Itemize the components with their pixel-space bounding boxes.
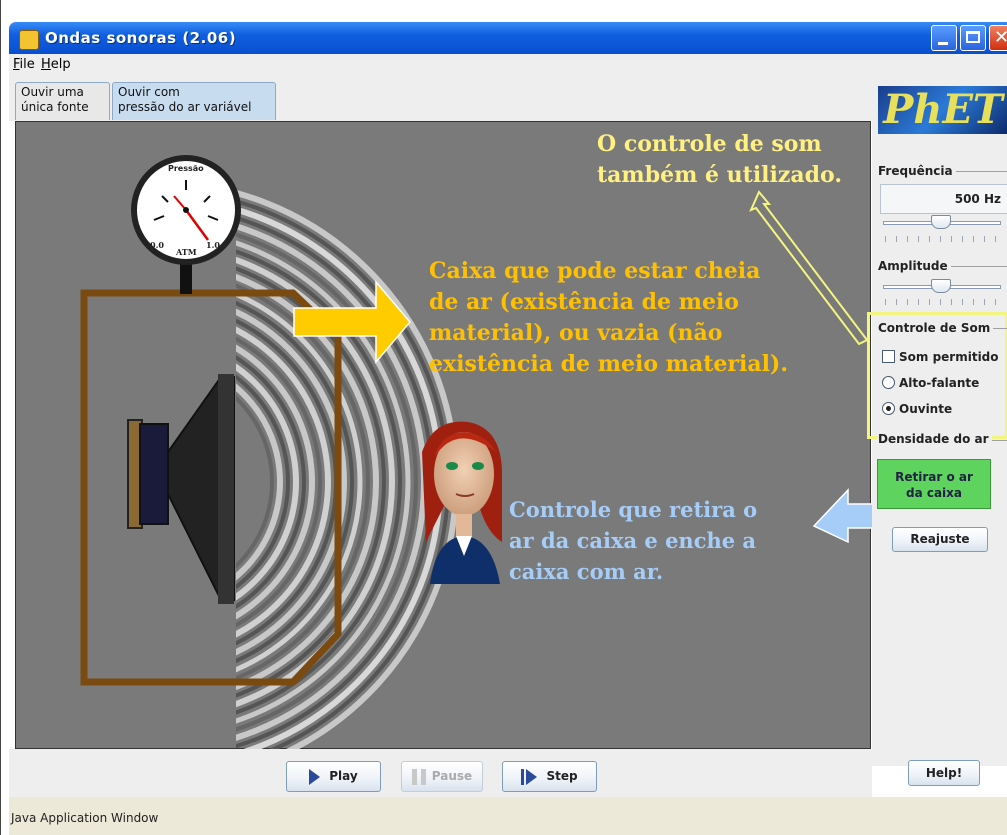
annotation-line: caixa com ar.: [509, 559, 664, 584]
annotation-line: de ar (existência de meio: [429, 289, 739, 315]
menu-file[interactable]: File: [13, 57, 35, 72]
java-app-icon: [19, 30, 39, 50]
annotation-line: Controle que retira o: [509, 497, 758, 522]
speaker-radio[interactable]: Alto-falante: [882, 376, 979, 390]
speaker: [127, 374, 235, 604]
menu-bar: File Help: [9, 54, 1007, 76]
frequency-value-field[interactable]: 500 Hz: [880, 184, 1007, 214]
tab-label-line1: Ouvir uma: [21, 85, 84, 99]
sound-control-annotation: O controle de som também é utilizado.: [597, 129, 842, 191]
tab-single-source[interactable]: Ouvir uma única fonte: [15, 82, 110, 120]
maximize-button[interactable]: [960, 25, 986, 51]
amplitude-ticks: [885, 299, 1003, 305]
tab-label-line2: pressão do ar variável: [118, 100, 252, 114]
pause-icon: [411, 768, 426, 785]
annotation-line: ar da caixa e enche a: [509, 528, 757, 553]
speaker-radio-label: Alto-falante: [899, 376, 980, 390]
air-density-label: Densidade do ar: [878, 432, 992, 446]
frequency-value: 500 Hz: [954, 192, 1001, 206]
menu-help[interactable]: Help: [41, 57, 71, 72]
gauge-max: 1.0: [206, 240, 220, 250]
phet-logo[interactable]: PhET: [878, 86, 1007, 134]
annotation-line: material), ou vazia (não: [429, 320, 723, 346]
close-button[interactable]: [989, 25, 1007, 51]
tab-strip: Ouvir uma única fonte Ouvir com pressão …: [9, 76, 1007, 121]
window-title: Ondas sonoras (2.06): [45, 29, 237, 47]
frequency-slider-thumb[interactable]: [931, 215, 951, 229]
help-button[interactable]: Help!: [908, 760, 980, 786]
tab-variable-air-pressure[interactable]: Ouvir com pressão do ar variável: [112, 82, 276, 120]
sound-allowed-checkbox[interactable]: Som permitido: [882, 350, 999, 364]
frequency-label: Frequência: [878, 164, 956, 178]
air-control-annotation: Controle que retira o ar da caixa e ench…: [509, 494, 757, 587]
status-text: Java Application Window: [11, 811, 159, 825]
air-box-annotation: Caixa que pode estar cheia de ar (existê…: [429, 256, 788, 380]
pause-button[interactable]: Pause: [401, 761, 483, 792]
remove-air-label-line2: da caixa: [905, 486, 963, 500]
tab-label-line2: única fonte: [21, 100, 89, 114]
step-label: Step: [546, 769, 578, 783]
play-button[interactable]: Play: [286, 761, 381, 792]
annotation-line: também é utilizado.: [597, 162, 842, 188]
blue-arrow: [812, 488, 872, 544]
annotation-line: O controle de som: [597, 131, 822, 157]
step-button[interactable]: Step: [502, 761, 597, 792]
title-bar[interactable]: Ondas sonoras (2.06): [9, 22, 1007, 54]
remove-air-label-line1: Retirar o ar: [895, 470, 973, 484]
remove-air-button[interactable]: Retirar o ar da caixa: [877, 459, 991, 509]
reset-air-button[interactable]: Reajuste: [892, 527, 988, 552]
gauge-min: 0.0: [150, 240, 164, 250]
annotation-line: existência de meio material).: [429, 351, 789, 377]
radio-circle-selected[interactable]: [882, 402, 895, 415]
amplitude-label: Amplitude: [878, 259, 951, 273]
play-label: Play: [329, 769, 358, 783]
amplitude-slider-thumb[interactable]: [931, 279, 951, 293]
simulation-canvas[interactable]: Pressão 0.0 ATM 1.0: [15, 121, 872, 750]
listener-radio[interactable]: Ouvinte: [882, 402, 952, 416]
status-bar: Java Application Window: [9, 797, 1007, 835]
step-icon: [521, 768, 538, 785]
tab-label-line1: Ouvir com: [118, 85, 180, 99]
listener-figure: [422, 421, 502, 584]
sound-allowed-label: Som permitido: [899, 350, 999, 364]
listener-radio-label: Ouvinte: [899, 402, 953, 416]
pause-label: Pause: [431, 769, 473, 783]
application-window: Ondas sonoras (2.06) File Help Ouvir uma…: [0, 0, 1007, 835]
gauge-label: Pressão: [168, 164, 204, 173]
frequency-ticks: [885, 236, 1003, 242]
annotation-line: Caixa que pode estar cheia: [429, 258, 761, 284]
minimize-button[interactable]: [931, 25, 957, 51]
sound-control-label: Controle de Som: [878, 321, 994, 335]
radio-circle[interactable]: [882, 376, 895, 389]
play-icon: [309, 768, 321, 785]
gauge-unit: ATM: [176, 247, 197, 257]
gauge-stem: [180, 264, 192, 294]
checkbox-box[interactable]: [882, 350, 895, 363]
